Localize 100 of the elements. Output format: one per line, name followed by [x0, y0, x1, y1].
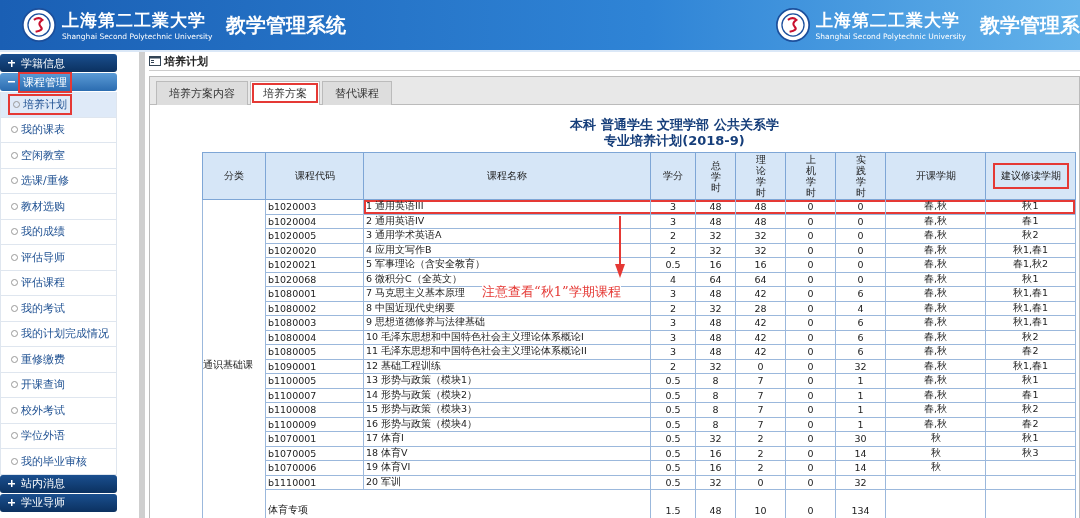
table-cell: 16 [695, 257, 736, 272]
table-cell: 8 [695, 388, 736, 403]
table-cell: 0 [785, 272, 836, 287]
table-cell: 春1 [985, 214, 1076, 229]
table-cell: 秋 [885, 431, 986, 446]
sidebar-item[interactable]: 评估课程 [0, 270, 117, 296]
table-cell: 7 [735, 388, 786, 403]
table-cell: 春,秋 [885, 243, 986, 258]
sidebar-item[interactable]: 学位外语 [0, 423, 117, 449]
table-cell: 秋1,春1 [985, 315, 1076, 330]
table-cell: b1070006 [265, 460, 364, 475]
table-cell: b1080001 [265, 286, 364, 301]
table-cell: 32 [695, 228, 736, 243]
column-header: 分类 [224, 170, 244, 181]
table-cell: 春,秋 [885, 388, 986, 403]
table-cell: 0 [785, 199, 836, 214]
table-cell: 0 [785, 446, 836, 461]
table-cell: 秋2 [985, 402, 1076, 417]
sidebar-item[interactable]: 重修缴费 [0, 347, 117, 373]
sidebar-item[interactable]: 空闲教室 [0, 143, 117, 169]
table-cell: 春,秋 [885, 257, 986, 272]
sidebar-item[interactable]: 教材选购 [0, 194, 117, 220]
sidebar-item[interactable]: 选课/重修 [0, 168, 117, 194]
plan-heading: 本科 普通学生 文理学部 公共关系学 [570, 117, 779, 133]
table-cell: 64 [695, 272, 736, 287]
table-cell: b1100009 [265, 417, 364, 432]
table-cell: 秋1 [985, 431, 1076, 446]
column-header: 建议修读学期 [992, 163, 1069, 189]
table-cell: 0 [785, 214, 836, 229]
university-name: 上海第二工業大学 [62, 9, 207, 32]
page-title: 培养计划 [164, 53, 208, 69]
table-cell: 16 形势与政策（模块4） [363, 417, 651, 432]
table-cell: 32 [695, 243, 736, 258]
university-logo-icon [22, 8, 56, 42]
table-cell: b1020003 [265, 199, 364, 214]
plus-icon [8, 59, 15, 67]
table-cell: 1 通用英语III [363, 199, 651, 214]
table-cell: 48 [695, 214, 736, 229]
sidebar-item[interactable]: 我的课表 [0, 117, 117, 143]
table-cell: 7 [735, 373, 786, 388]
table-cell: 32 [695, 359, 736, 374]
table-cell: 春,秋 [885, 199, 986, 214]
table-cell: 14 [835, 446, 886, 461]
table-cell: 0 [785, 359, 836, 374]
table-cell: 64 [735, 272, 786, 287]
table-cell: 48 [695, 199, 736, 214]
table-cell: b1020005 [265, 228, 364, 243]
table-cell: 0 [785, 431, 836, 446]
table-cell: 春,秋 [885, 228, 986, 243]
annotation-note: 注意查看“秋1”学期课程 [482, 283, 621, 301]
table-cell: 0.5 [650, 446, 696, 461]
table-cell: 42 [735, 344, 786, 359]
table-cell: 48 [735, 214, 786, 229]
column-header: 总学时 [710, 159, 721, 193]
window-icon [149, 56, 161, 66]
sidebar-item[interactable]: 开课查询 [0, 372, 117, 398]
table-cell: 0.5 [650, 460, 696, 475]
sidebar-section[interactable]: 学业导师 [0, 493, 117, 512]
sidebar-section[interactable]: 课程管理 [0, 73, 117, 91]
table-cell: 0 [785, 402, 836, 417]
system-title: 教学管理系 [980, 11, 1080, 39]
table-cell: 秋1,春1 [985, 359, 1076, 374]
sidebar-item[interactable]: 我的成绩 [0, 219, 117, 245]
table-cell: 0 [735, 475, 786, 490]
sidebar-item[interactable]: 我的计划完成情况 [0, 321, 117, 347]
table-cell: 0 [785, 243, 836, 258]
table-cell: 春1 [985, 388, 1076, 403]
tab[interactable]: 培养方案内容 [156, 81, 248, 105]
table-cell: 春,秋 [885, 214, 986, 229]
table-cell: 14 形势与政策（模块2） [363, 388, 651, 403]
sidebar-item[interactable]: 校外考试 [0, 398, 117, 424]
table-cell: 3 [650, 344, 696, 359]
table-cell: 11 毛泽东思想和中国特色社会主义理论体系概论II [363, 344, 651, 359]
table-cell: 0.5 [650, 388, 696, 403]
table-cell: 秋2 [985, 228, 1076, 243]
sidebar-item[interactable]: 我的毕业审核 [0, 449, 117, 475]
table-cell: 16 [695, 446, 736, 461]
table-cell: b1020020 [265, 243, 364, 258]
table-cell: 秋1,春1 [985, 301, 1076, 316]
table-cell: 2 [735, 431, 786, 446]
table-cell: 通识基础课 [202, 199, 266, 518]
table-cell: 秋3 [985, 446, 1076, 461]
table-cell: 16 [695, 460, 736, 475]
sidebar-section[interactable]: 学籍信息 [0, 54, 117, 72]
table-cell: 春,秋 [885, 330, 986, 345]
down-arrow [614, 216, 626, 278]
sidebar-item[interactable]: 培养计划 [0, 92, 117, 118]
sidebar-item[interactable]: 我的考试 [0, 296, 117, 322]
tab[interactable]: 替代课程 [322, 81, 392, 105]
sidebar-item[interactable]: 评估导师 [0, 245, 117, 271]
table-cell: 2 [735, 460, 786, 475]
column-header: 学分 [663, 170, 683, 181]
table-cell: 48 [695, 286, 736, 301]
table-cell: 秋1 [985, 199, 1076, 214]
table-cell: 4 应用文写作B [363, 243, 651, 258]
table-cell: 6 [835, 315, 886, 330]
column-header: 理论学时 [755, 154, 766, 198]
table-cell: 15 形势与政策（模块3） [363, 402, 651, 417]
tab[interactable]: 培养方案 [250, 81, 320, 105]
table-cell: 2 [650, 228, 696, 243]
